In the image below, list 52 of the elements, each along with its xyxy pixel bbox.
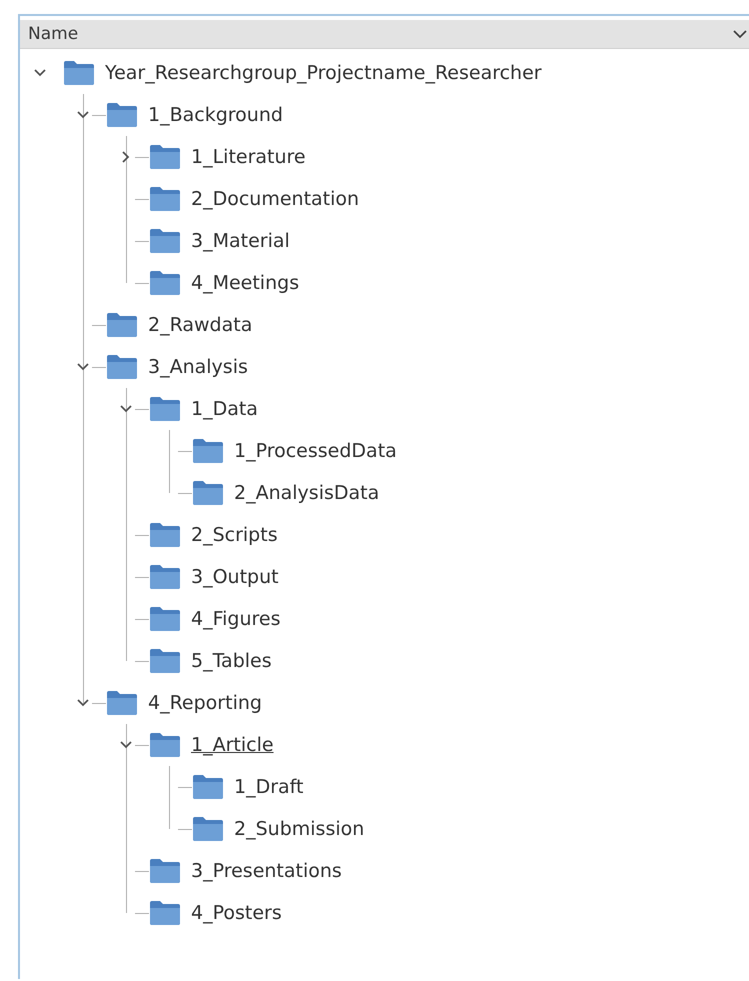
chevron-down-icon[interactable] xyxy=(34,69,46,77)
folder-icon xyxy=(149,228,181,254)
folder-icon xyxy=(192,816,224,842)
chevron-down-icon[interactable] xyxy=(77,699,89,707)
folder-icon xyxy=(149,564,181,590)
folder-name[interactable]: 1_Draft xyxy=(234,776,304,798)
folder-name[interactable]: 4_Figures xyxy=(191,608,280,630)
folder-icon xyxy=(63,60,95,86)
folder-icon xyxy=(106,690,138,716)
folder-name[interactable]: 2_AnalysisData xyxy=(234,482,380,504)
folder-name[interactable]: 3_Analysis xyxy=(148,356,248,378)
folder-icon xyxy=(192,438,224,464)
folder-icon xyxy=(149,858,181,884)
folder-icon xyxy=(106,354,138,380)
folder-icon xyxy=(149,186,181,212)
folder-name[interactable]: 1_Data xyxy=(191,398,258,420)
folder-name[interactable]: 1_Background xyxy=(148,104,283,126)
folder-icon xyxy=(149,522,181,548)
chevron-down-icon[interactable] xyxy=(733,30,747,38)
folder-name[interactable]: 2_Documentation xyxy=(191,188,360,210)
folder-name[interactable]: 1_Literature xyxy=(191,146,306,168)
folder-icon xyxy=(192,480,224,506)
folder-name[interactable]: Year_Researchgroup_Projectname_Researcher xyxy=(105,62,542,84)
folder-icon xyxy=(149,648,181,674)
folder-icon xyxy=(149,270,181,296)
folder-name[interactable]: 3_Output xyxy=(191,566,279,588)
chevron-right-icon[interactable] xyxy=(122,151,130,163)
folder-name[interactable]: 4_Meetings xyxy=(191,272,300,294)
folder-icon xyxy=(149,396,181,422)
folder-name[interactable]: 1_ProcessedData xyxy=(234,440,397,462)
folder-icon xyxy=(149,144,181,170)
folder-name[interactable]: 2_Rawdata xyxy=(148,314,252,336)
chevron-down-icon[interactable] xyxy=(77,111,89,119)
chevron-down-icon[interactable] xyxy=(77,363,89,371)
folder-name[interactable]: 2_Submission xyxy=(234,818,364,840)
folder-name[interactable]: 5_Tables xyxy=(191,650,272,672)
chevron-down-icon[interactable] xyxy=(120,405,132,413)
folder-name[interactable]: 4_Reporting xyxy=(148,692,262,714)
folder-name[interactable]: 1_Article xyxy=(191,734,274,756)
chevron-down-icon[interactable] xyxy=(120,741,132,749)
folder-icon xyxy=(149,732,181,758)
folder-icon xyxy=(192,774,224,800)
column-header[interactable]: Name xyxy=(20,20,749,49)
folder-icon xyxy=(106,102,138,128)
folder-name[interactable]: 3_Material xyxy=(191,230,290,252)
folder-icon xyxy=(149,900,181,926)
folder-icon xyxy=(149,606,181,632)
folder-name[interactable]: 2_Scripts xyxy=(191,524,278,546)
column-title: Name xyxy=(28,24,78,44)
folder-name[interactable]: 4_Posters xyxy=(191,902,282,924)
folder-name[interactable]: 3_Presentations xyxy=(191,860,342,882)
folder-icon xyxy=(106,312,138,338)
